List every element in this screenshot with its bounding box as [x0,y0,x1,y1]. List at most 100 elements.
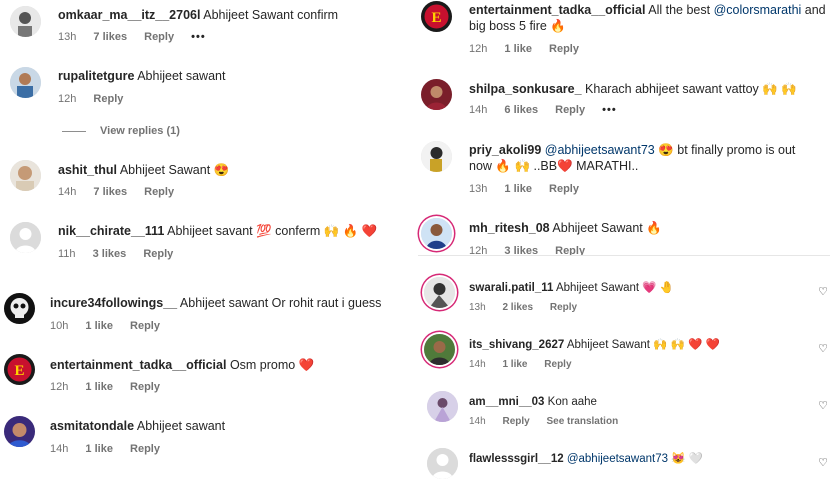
username[interactable]: asmitatondale [50,419,134,433]
more-options-icon[interactable]: ••• [191,31,206,43]
heart-outline-icon[interactable]: ♡ [818,342,828,355]
timestamp: 12h [58,93,77,105]
likes-count[interactable]: 3 likes [93,248,127,260]
comment-text: entertainment_tadka__official All the be… [469,2,829,34]
avatar[interactable] [10,160,41,191]
column-divider [415,0,416,466]
comment-body: Osm promo ❤️ [229,358,315,372]
reply-button[interactable]: Reply [549,183,579,195]
avatar[interactable] [10,6,41,37]
username[interactable]: incure34followings__ [50,296,177,310]
username[interactable]: entertainment_tadka__official [50,358,226,372]
comment-body: Abhijeet sawant [137,69,226,83]
comment-meta: 13h 2 likes Reply [469,302,591,313]
likes-count[interactable]: 1 like [85,443,113,455]
heart-outline-icon[interactable]: ♡ [818,456,828,469]
comment-body: Abhijeet Sawant 💗 🤚 [555,282,675,294]
reply-button[interactable]: Reply [549,43,579,55]
likes-count[interactable]: 1 like [504,183,532,195]
replies-dash [62,130,86,132]
username[interactable]: its_shivang_2627 [469,339,564,351]
comment-text: shilpa_sonkusare_ Kharach abhijeet sawan… [469,81,797,97]
mention-link[interactable]: @abhijeetsawant73 [567,453,668,465]
likes-count[interactable]: 1 like [85,320,113,332]
username[interactable]: nik__chirate__111 [58,224,164,238]
likes-count[interactable]: 7 likes [93,31,127,43]
reply-button[interactable]: Reply [130,381,160,393]
username[interactable]: entertainment_tadka__official [469,3,645,17]
mention-link[interactable]: @colorsmarathi [714,3,802,17]
avatar[interactable]: E [421,1,452,32]
comment-text: am__mni__03 Kon aahe [469,394,597,410]
reply-button[interactable]: Reply [130,443,160,455]
username[interactable]: shilpa_sonkusare_ [469,82,582,96]
comment-body: Abhijeet savant 💯 conferm 🙌 🔥 ❤️ [167,224,378,238]
likes-count[interactable]: 6 likes [504,104,538,116]
reply-button[interactable]: Reply [550,302,577,313]
comment-meta: 10h 1 like Reply [50,320,174,332]
username[interactable]: swarali.patil_11 [469,282,553,294]
username[interactable]: priy_akoli99 [469,143,541,157]
reply-button[interactable]: Reply [93,93,123,105]
comment-body: Abhijeet Sawant 😍 [119,163,230,177]
comment-meta: 14h 6 likes Reply ••• [469,104,631,116]
likes-count[interactable]: 1 like [504,43,532,55]
see-translation-button[interactable]: See translation [546,416,618,427]
username[interactable]: omkaar_ma__itz__2706l [58,8,200,22]
timestamp: 14h [58,186,77,198]
comment-body: Abhijeet sawant [136,419,226,433]
comment-meta: 13h 1 like Reply [469,183,593,195]
comment-body: Abhijeet Sawant 🙌 🙌 ❤️ ❤️ [566,339,720,351]
view-replies-label: View replies (1) [100,125,180,137]
heart-outline-icon[interactable]: ♡ [818,285,828,298]
reply-button[interactable]: Reply [130,320,160,332]
avatar[interactable] [4,293,35,324]
comment-meta: 12h Reply [58,93,137,105]
reply-button[interactable]: Reply [144,186,174,198]
view-replies-button[interactable]: View replies (1) [62,125,180,137]
avatar[interactable] [421,79,452,110]
comment-body: Abhijeet Sawant 🔥 [552,221,662,235]
comment-text: nik__chirate__111 Abhijeet savant 💯 conf… [58,223,377,239]
avatar[interactable] [424,277,455,308]
more-options-icon[interactable]: ••• [602,104,617,116]
comment-text: asmitatondale Abhijeet sawant [50,418,225,434]
likes-count[interactable]: 7 likes [93,186,127,198]
mention-link[interactable]: @abhijeetsawant73 [545,143,655,157]
avatar[interactable] [4,416,35,447]
reply-button[interactable]: Reply [502,416,529,427]
likes-count[interactable]: 3 likes [504,245,538,255]
reply-button[interactable]: Reply [143,248,173,260]
comment-meta: 11h 3 likes Reply [58,248,187,260]
reply-button[interactable]: Reply [544,359,571,370]
reply-button[interactable]: Reply [555,104,585,116]
comment-meta: 14h 1 like Reply [50,443,174,455]
timestamp: 12h [469,245,488,255]
avatar[interactable] [427,448,458,479]
avatar[interactable] [424,334,455,365]
reply-button[interactable]: Reply [144,31,174,43]
likes-count[interactable]: 2 likes [502,302,533,313]
heart-outline-icon[interactable]: ♡ [818,399,828,412]
username[interactable]: ashit_thul [58,163,117,177]
username[interactable]: am__mni__03 [469,396,544,408]
avatar[interactable] [427,391,458,422]
avatar[interactable] [421,218,452,249]
avatar[interactable] [10,222,41,253]
likes-count[interactable]: 1 like [85,381,113,393]
username[interactable]: flawlesssgirl__12 [469,453,564,465]
likes-count[interactable]: 1 like [502,359,527,370]
comment-text: omkaar_ma__itz__2706l Abhijeet Sawant co… [58,7,338,23]
comment-meta: 13h 7 likes Reply ••• [58,31,220,43]
avatar[interactable]: E [4,354,35,385]
avatar[interactable] [421,141,452,172]
timestamp: 13h [58,31,77,43]
comment-meta: 12h 1 like Reply [50,381,174,393]
username[interactable]: mh_ritesh_08 [469,221,550,235]
reply-button[interactable]: Reply [555,245,585,255]
avatar[interactable] [10,67,41,98]
username[interactable]: rupalitetgure [58,69,134,83]
comment-body: Abhijeet Sawant confirm [203,8,339,22]
comment-text: rupalitetgure Abhijeet sawant [58,68,225,84]
comment-body: Kon aahe [547,396,597,408]
